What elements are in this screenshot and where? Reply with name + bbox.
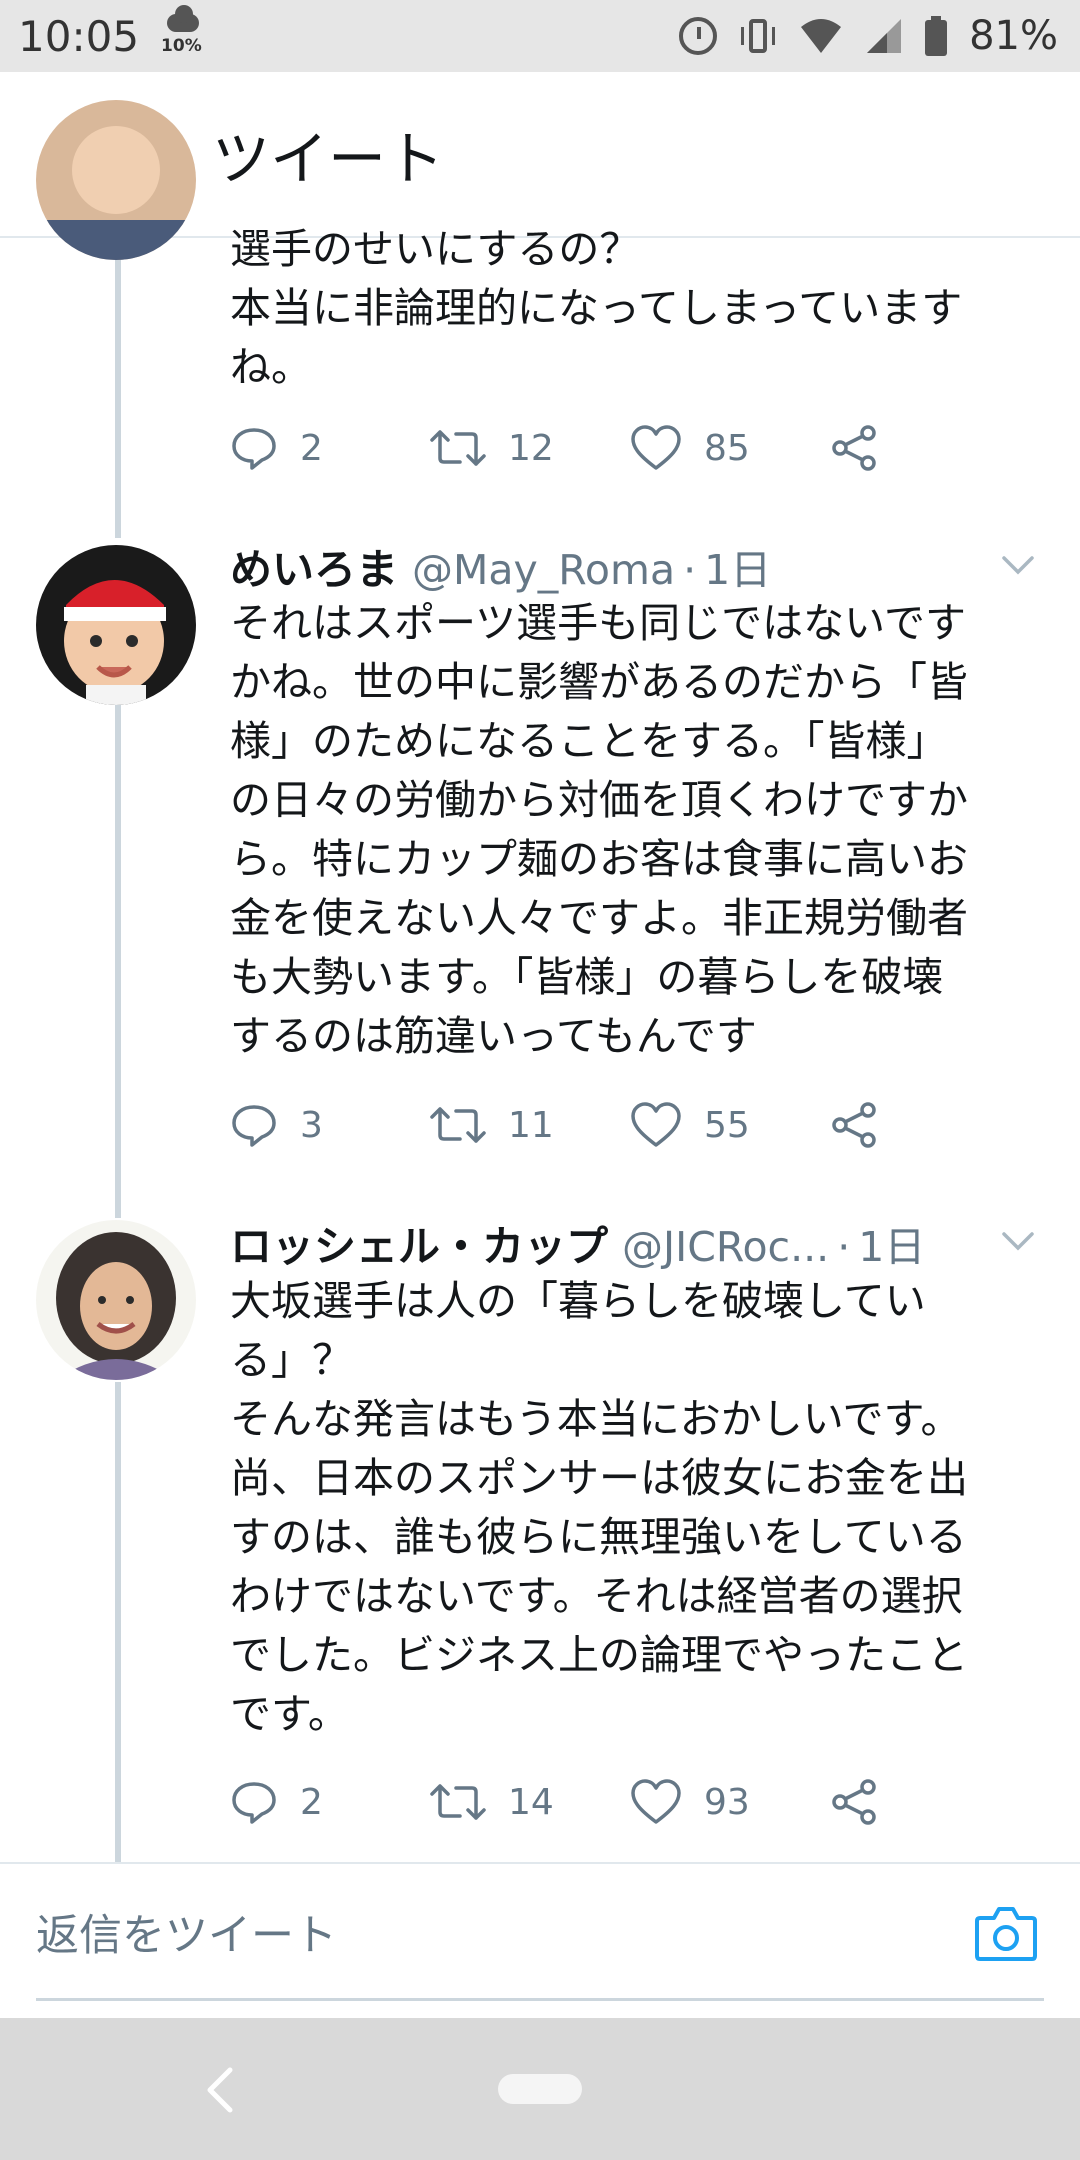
reply-count: 3 <box>300 1104 323 1146</box>
tweet-actions: 2 14 93 <box>230 1772 1030 1832</box>
like-button[interactable]: 85 <box>630 424 830 472</box>
tweet-actions: 2 12 85 <box>230 418 1030 478</box>
nav-back-icon <box>207 2067 233 2113</box>
reply-button[interactable]: 2 <box>230 424 430 472</box>
share-icon <box>832 1102 876 1148</box>
tweet-header: ロッシェル・カップ @JICRoc... · 1日 <box>230 1213 925 1274</box>
user-handle[interactable]: @JICRoc... <box>622 1223 829 1271</box>
reply-button[interactable]: 2 <box>230 1778 430 1826</box>
like-icon <box>631 1102 681 1147</box>
display-name[interactable]: ロッシェル・カップ <box>230 1213 608 1274</box>
reply-button[interactable]: 3 <box>230 1101 430 1149</box>
reply-count: 2 <box>300 1781 323 1823</box>
retweet-count: 14 <box>508 1781 554 1823</box>
system-nav-bar <box>0 2018 1080 2160</box>
retweet-button[interactable]: 11 <box>430 1101 630 1149</box>
reply-icon <box>232 428 276 470</box>
status-time: 10:05 <box>18 11 140 61</box>
tweet-text: 大坂選手は人の「暮らしを破壊してい る」？ そんな発言はもう本当におかしいです。… <box>230 1277 968 1738</box>
reply-count: 2 <box>300 427 323 469</box>
reply-input[interactable]: 返信をツイート <box>36 1864 337 2000</box>
retweet-count: 11 <box>508 1104 554 1146</box>
tweet-actions: 3 11 55 <box>230 1095 1030 1155</box>
reply-underline <box>36 1998 1044 2001</box>
camera-button[interactable] <box>974 1904 1038 1962</box>
retweet-icon <box>430 1784 486 1820</box>
share-button[interactable] <box>830 1778 1030 1826</box>
alarm-icon <box>679 17 718 55</box>
tweet-menu-button[interactable] <box>1000 1222 1036 1258</box>
reply-icon <box>232 1782 276 1824</box>
thread-line <box>115 238 121 538</box>
caret-down-icon <box>1002 556 1034 575</box>
display-name[interactable]: めいろま <box>230 536 398 597</box>
retweet-button[interactable]: 12 <box>430 424 630 472</box>
reply-bar: 返信をツイート <box>0 1862 1080 2001</box>
like-count: 85 <box>704 427 750 469</box>
tweet-header: めいろま @May_Roma · 1日 <box>230 536 771 597</box>
share-icon <box>832 1779 876 1825</box>
camera-icon <box>975 1907 1037 1961</box>
like-button[interactable]: 55 <box>630 1101 830 1149</box>
page-title: ツイート <box>212 125 445 193</box>
retweet-icon <box>430 430 486 466</box>
avatar[interactable] <box>36 100 196 260</box>
retweet-count: 12 <box>508 427 554 469</box>
retweet-icon <box>430 1107 486 1143</box>
retweet-button[interactable]: 14 <box>430 1778 630 1826</box>
signal-icon <box>865 17 903 55</box>
user-handle[interactable]: @May_Roma <box>412 546 675 594</box>
weather-percent: 10% <box>161 36 202 56</box>
weather-icon: 10% <box>161 5 205 62</box>
nav-home-button[interactable] <box>498 2074 582 2104</box>
separator: · <box>683 546 697 594</box>
like-icon <box>631 1779 681 1824</box>
battery-percent: 81% <box>969 13 1058 59</box>
tweet-text: それはスポーツ選手も同じではないです かね。世の中に影響があるのだから「皆 様」… <box>230 599 968 1060</box>
tweet-timestamp[interactable]: 1日 <box>858 1213 925 1273</box>
caret-down-icon <box>1002 1232 1034 1251</box>
separator: · <box>837 1223 851 1271</box>
avatar[interactable] <box>36 545 196 705</box>
tweet-timestamp[interactable]: 1日 <box>704 536 771 596</box>
vibrate-icon <box>739 17 777 55</box>
share-button[interactable] <box>830 424 1030 472</box>
wifi-icon <box>799 17 843 55</box>
like-icon <box>631 425 681 470</box>
share-button[interactable] <box>830 1101 1030 1149</box>
tweet-text: 選手のせいにするの？ 本当に非論理的になってしまっています ね。 <box>230 225 963 391</box>
like-count: 93 <box>704 1781 750 1823</box>
thread-line <box>115 705 121 1218</box>
avatar[interactable] <box>36 1220 196 1380</box>
nav-back-button[interactable] <box>200 2066 240 2114</box>
like-button[interactable]: 93 <box>630 1778 830 1826</box>
tweet-menu-button[interactable] <box>1000 546 1036 582</box>
like-count: 55 <box>704 1104 750 1146</box>
status-bar: 10:05 10% 81% <box>0 0 1080 72</box>
battery-icon <box>925 16 948 56</box>
thread-line <box>115 1382 121 1862</box>
share-icon <box>832 425 876 471</box>
reply-icon <box>232 1105 276 1147</box>
